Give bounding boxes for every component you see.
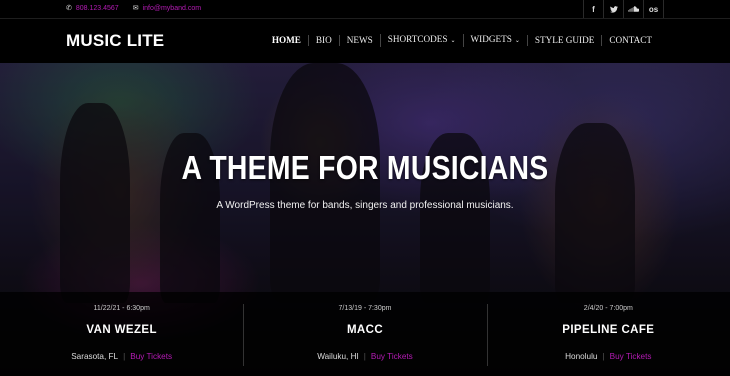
event-title[interactable]: MACC (243, 324, 486, 336)
main-nav: HOME BIO NEWS SHORTCODES ⌄ WIDGETS ⌄ STYLE… (265, 34, 659, 47)
phone-number[interactable]: 808.123.4567 (76, 5, 119, 12)
nav-item-contact[interactable]: CONTACT (601, 35, 659, 46)
event-location: Honolulu (565, 352, 598, 361)
nav-item-label: STYLE GUIDE (534, 35, 595, 45)
divider: | (363, 352, 366, 361)
event-date: 2/4/20 - 7:00pm (583, 305, 633, 312)
event-title[interactable]: PIPELINE CAFE (487, 324, 730, 336)
nav-item-label: SHORTCODES (387, 34, 448, 44)
facebook-icon[interactable]: f (583, 0, 603, 18)
social-links: f os (583, 0, 664, 18)
nav-item-bio[interactable]: BIO (307, 35, 339, 46)
buy-tickets-link[interactable]: Buy Tickets (130, 352, 172, 361)
events-strip: 11/22/21 - 6:30pm VAN WEZEL Sarasota, FL… (0, 292, 730, 376)
contact-info: ✆ 808.123.4567 ✉ info@myband.com (66, 4, 201, 12)
event-title[interactable]: VAN WEZEL (0, 324, 243, 336)
event-card: 2/4/20 - 7:00pm PIPELINE CAFE Honolulu | B… (486, 292, 730, 376)
hero-subtitle: A WordPress theme for bands, singers and… (216, 200, 514, 211)
nav-item-label: CONTACT (609, 35, 652, 45)
email-address[interactable]: info@myband.com (143, 5, 201, 12)
nav-item-label: HOME (271, 35, 301, 45)
event-card: 11/22/21 - 6:30pm VAN WEZEL Sarasota, FL… (0, 292, 243, 376)
event-date: 7/13/19 - 7:30pm (338, 305, 392, 312)
nav-item-shortcodes[interactable]: SHORTCODES ⌄ (379, 34, 463, 47)
nav-item-news[interactable]: NEWS (338, 35, 380, 46)
phone-contact[interactable]: ✆ 808.123.4567 (66, 4, 119, 12)
nav-item-home[interactable]: HOME (265, 35, 308, 46)
event-location-row: Sarasota, FL | Buy Tickets (0, 352, 243, 361)
email-contact[interactable]: ✉ info@myband.com (133, 4, 201, 12)
nav-item-style-guide[interactable]: STYLE GUIDE (526, 35, 601, 46)
buy-tickets-link[interactable]: Buy Tickets (371, 352, 413, 361)
nav-item-widgets[interactable]: WIDGETS ⌄ (462, 34, 527, 47)
lastfm-icon[interactable]: os (643, 0, 664, 18)
soundcloud-icon[interactable] (623, 0, 643, 18)
event-location-row: Honolulu | Buy Tickets (487, 352, 730, 361)
nav-item-label: BIO (315, 35, 332, 45)
phone-icon: ✆ (66, 5, 72, 12)
event-date: 11/22/21 - 6:30pm (93, 305, 150, 312)
nav-item-label: WIDGETS (470, 34, 512, 44)
site-header: MUSIC LITE HOME BIO NEWS SHORTCODES ⌄ WID… (0, 19, 730, 63)
event-location-row: Wailuku, HI | Buy Tickets (243, 352, 486, 361)
twitter-icon[interactable] (603, 0, 623, 18)
chevron-down-icon: ⌄ (514, 38, 520, 44)
hero-title: A THEME FOR MUSICIANS (181, 149, 549, 186)
event-location: Sarasota, FL (71, 352, 119, 361)
buy-tickets-link[interactable]: Buy Tickets (610, 352, 652, 361)
top-bar: ✆ 808.123.4567 ✉ info@myband.com f os (0, 0, 730, 19)
mail-icon: ✉ (132, 5, 139, 12)
nav-item-label: NEWS (346, 35, 373, 45)
site-logo[interactable]: MUSIC LITE (66, 31, 164, 51)
divider: | (602, 352, 605, 361)
divider: | (123, 352, 126, 361)
event-location: Wailuku, HI (317, 352, 359, 361)
event-card: 7/13/19 - 7:30pm MACC Wailuku, HI | Buy Ti… (243, 292, 486, 376)
chevron-down-icon: ⌄ (450, 38, 456, 44)
